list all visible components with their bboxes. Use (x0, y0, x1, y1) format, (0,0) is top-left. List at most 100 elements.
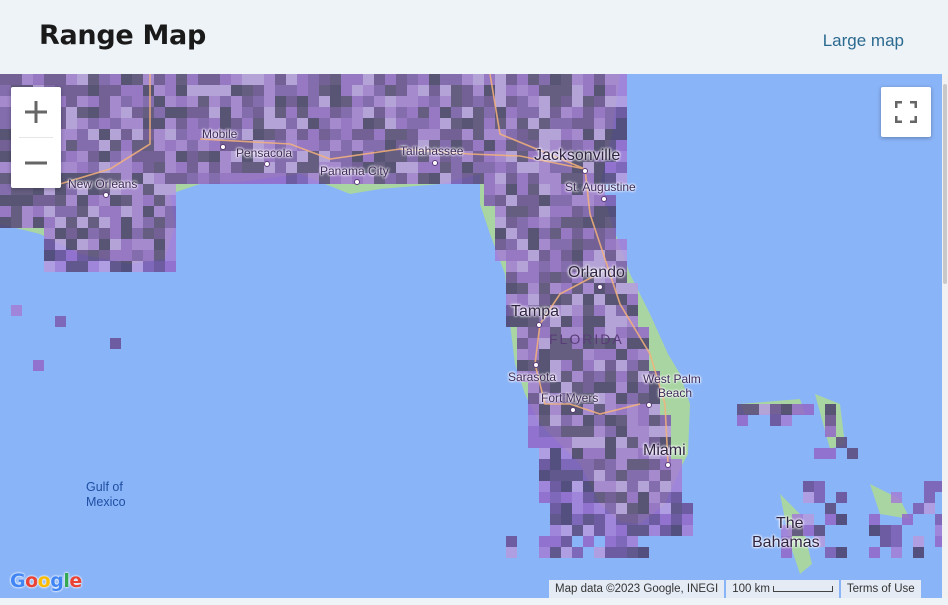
range-cell (77, 217, 88, 228)
zoom-in-button[interactable] (11, 87, 61, 137)
range-cell (407, 162, 418, 173)
range-cell (308, 162, 319, 173)
range-cell (77, 250, 88, 261)
range-cell (880, 525, 891, 536)
range-cell (506, 283, 517, 294)
range-cell (77, 118, 88, 129)
range-cell (649, 415, 660, 426)
range-cell (473, 107, 484, 118)
range-cell (649, 470, 660, 481)
range-cell (913, 536, 924, 547)
range-cell (594, 437, 605, 448)
range-cell (561, 426, 572, 437)
range-cell (495, 118, 506, 129)
range-cell (825, 503, 836, 514)
range-cell (506, 118, 517, 129)
range-cell (385, 107, 396, 118)
range-cell (627, 349, 638, 360)
range-cell (176, 162, 187, 173)
range-cell (605, 547, 616, 558)
range-cell (88, 129, 99, 140)
range-cell (462, 96, 473, 107)
fullscreen-button[interactable] (881, 87, 931, 137)
range-cell (187, 129, 198, 140)
range-cell (209, 140, 220, 151)
range-cell (220, 162, 231, 173)
range-cell (319, 96, 330, 107)
range-cell (121, 250, 132, 261)
google-logo[interactable]: Google (10, 570, 82, 592)
range-cell (594, 371, 605, 382)
range-cell (539, 206, 550, 217)
range-cell (231, 85, 242, 96)
scrollbar-thumb[interactable] (943, 84, 947, 284)
range-cell (165, 206, 176, 217)
range-cell (110, 140, 121, 151)
range-cell (539, 437, 550, 448)
range-cell (627, 437, 638, 448)
range-cell (550, 481, 561, 492)
range-cell (572, 250, 583, 261)
range-cell (539, 272, 550, 283)
range-cell (825, 404, 836, 415)
range-cell (616, 118, 627, 129)
range-map[interactable]: Mobile Pensacola Tallahassee Jacksonvill… (0, 74, 942, 598)
range-cell (407, 85, 418, 96)
range-cell (286, 96, 297, 107)
range-cell (539, 239, 550, 250)
range-cell (363, 129, 374, 140)
range-cell (605, 492, 616, 503)
range-cell (671, 492, 682, 503)
range-cell (88, 239, 99, 250)
range-cell (418, 107, 429, 118)
range-cell (242, 129, 253, 140)
terms-of-use-link[interactable]: Terms of Use (840, 580, 921, 598)
range-cell (154, 96, 165, 107)
range-cell (583, 525, 594, 536)
zoom-out-button[interactable] (11, 138, 61, 188)
range-cell (594, 217, 605, 228)
range-cell (517, 162, 528, 173)
range-cell (814, 448, 825, 459)
range-cell (176, 151, 187, 162)
range-cell (220, 74, 231, 85)
range-cell (385, 129, 396, 140)
range-cell (396, 85, 407, 96)
attribution-bar: Map data ©2023 Google, INEGI 100 km Term… (547, 580, 921, 598)
scale-bar[interactable]: 100 km (726, 580, 839, 598)
range-cell (88, 118, 99, 129)
range-cell (66, 228, 77, 239)
range-cell (154, 129, 165, 140)
range-cell (550, 437, 561, 448)
range-cell (374, 129, 385, 140)
range-cell (561, 294, 572, 305)
page-scrollbar[interactable] (942, 74, 948, 598)
range-cell (143, 74, 154, 85)
range-cell (187, 107, 198, 118)
range-cell (605, 239, 616, 250)
range-cell (682, 503, 693, 514)
range-cell (77, 195, 88, 206)
range-cell (253, 118, 264, 129)
range-cell (616, 415, 627, 426)
range-cell (539, 217, 550, 228)
range-cell (594, 85, 605, 96)
range-cell (825, 514, 836, 525)
range-cell (220, 85, 231, 96)
range-cell (396, 96, 407, 107)
range-cell (429, 96, 440, 107)
label-new-orleans: New Orleans (68, 177, 138, 191)
range-cell (88, 228, 99, 239)
range-cell (891, 525, 902, 536)
large-map-link[interactable]: Large map (823, 31, 904, 51)
range-cell (396, 74, 407, 85)
range-cell (176, 85, 187, 96)
range-cell (88, 250, 99, 261)
range-cell (55, 195, 66, 206)
range-cell (198, 96, 209, 107)
range-cell (605, 217, 616, 228)
range-cell (638, 360, 649, 371)
range-cell (264, 173, 275, 184)
range-cell (77, 74, 88, 85)
range-cell (627, 426, 638, 437)
